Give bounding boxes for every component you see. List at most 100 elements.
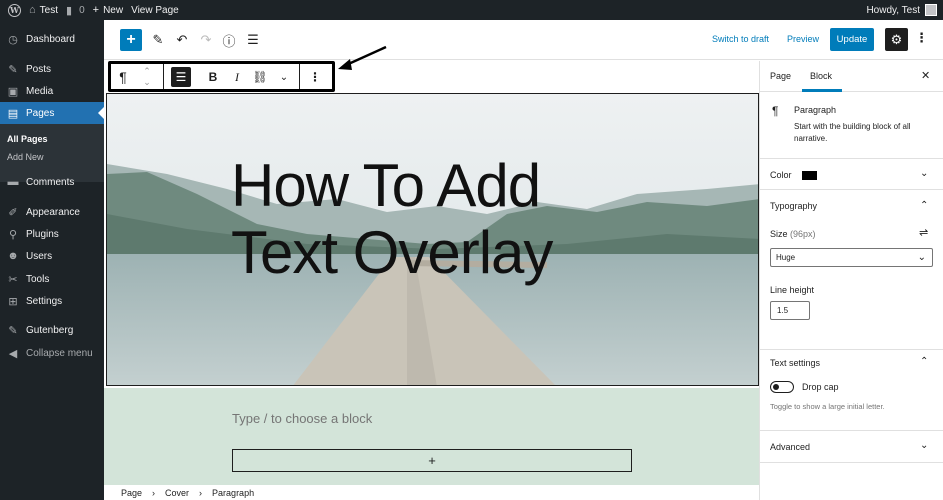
color-label: Color bbox=[770, 170, 792, 180]
settings-toggle-button[interactable]: ⚙ bbox=[885, 28, 908, 51]
more-formatting-button[interactable]: ⌄ bbox=[277, 67, 291, 87]
block-breadcrumb: Page › Cover › Paragraph bbox=[104, 485, 759, 500]
avatar bbox=[925, 4, 937, 16]
sidebar-item-plugins[interactable]: ⚲ Plugins bbox=[0, 223, 104, 245]
editor-canvas: How To Add Text Overlay ¶ ⌃ ⌄ ☰ B I ⛓ ⌄ ⋮… bbox=[104, 45, 759, 500]
gear-icon: ⚙ bbox=[890, 31, 903, 47]
link-button[interactable]: ⛓ bbox=[251, 67, 269, 87]
comment-icon: ▮ bbox=[66, 4, 73, 17]
plus-icon: + bbox=[126, 31, 136, 48]
media-icon: ▣ bbox=[7, 85, 19, 98]
preview-button[interactable]: Preview bbox=[787, 34, 819, 44]
cover-inner-blocks-area: Type / to choose a block + bbox=[104, 388, 759, 486]
font-size-select[interactable]: Huge ⌄ bbox=[770, 248, 933, 267]
admin-sidebar: ◷ Dashboard ✎ Posts ▣ Media ▤ Pages All Page… bbox=[0, 20, 104, 500]
chevron-down-icon: ⌄ bbox=[143, 77, 151, 87]
comment-icon: ▬ bbox=[7, 176, 19, 188]
wrench-icon: ✂ bbox=[8, 273, 18, 286]
color-panel[interactable]: Color ⌄ bbox=[760, 159, 943, 190]
plus-icon: + bbox=[92, 4, 100, 16]
wordpress-logo-icon[interactable]: W bbox=[8, 3, 21, 17]
cover-heading-paragraph[interactable]: How To Add Text Overlay bbox=[231, 152, 691, 286]
breadcrumb-cover[interactable]: Cover bbox=[165, 488, 189, 498]
panel-tabs: Page Block ✕ bbox=[760, 61, 943, 92]
details-button[interactable]: ⓘ bbox=[218, 29, 240, 51]
chevron-down-icon: ⌄ bbox=[917, 252, 926, 263]
italic-button[interactable]: I bbox=[230, 67, 244, 87]
block-appender-placeholder[interactable]: Type / to choose a block bbox=[232, 411, 372, 426]
settings-sidebar: Page Block ✕ ¶ Paragraph Start with the … bbox=[759, 61, 943, 500]
sidebar-item-comments[interactable]: ▬ Comments bbox=[0, 171, 104, 193]
dashboard-icon: ◷ bbox=[8, 33, 18, 46]
add-block-button[interactable]: + bbox=[120, 29, 142, 51]
block-type-button[interactable]: ¶ bbox=[115, 67, 131, 87]
site-name-link[interactable]: ⌂ Test bbox=[29, 4, 58, 16]
submenu-all-pages[interactable]: All Pages bbox=[7, 134, 48, 144]
paragraph-icon: ¶ bbox=[772, 104, 779, 118]
sidebar-item-dashboard[interactable]: ◷ Dashboard bbox=[0, 28, 104, 50]
users-icon: ☻ bbox=[7, 250, 19, 262]
breadcrumb-paragraph: Paragraph bbox=[212, 487, 255, 498]
drop-cap-help: Toggle to show a large initial letter. bbox=[770, 402, 885, 411]
drop-cap-toggle[interactable] bbox=[770, 381, 794, 393]
block-options-button[interactable]: ⋮ bbox=[309, 67, 321, 87]
block-card-title: Paragraph bbox=[794, 105, 837, 115]
editor-header: + ✎ ↶ ↷ ⓘ ☰ Switch to draft Preview Upda… bbox=[104, 20, 943, 60]
annotation-arrow-icon bbox=[338, 45, 387, 70]
close-icon[interactable]: ✕ bbox=[921, 69, 930, 82]
view-page-link[interactable]: View Page bbox=[131, 5, 179, 16]
toolbar-divider bbox=[163, 64, 164, 89]
align-button[interactable]: ☰ bbox=[171, 67, 191, 87]
comments-link[interactable]: ▮ 0 bbox=[66, 4, 85, 17]
tab-page[interactable]: Page bbox=[770, 71, 791, 81]
options-menu-button[interactable]: ⋮ bbox=[915, 30, 928, 46]
sidebar-item-media[interactable]: ▣ Media bbox=[0, 80, 104, 102]
update-button[interactable]: Update bbox=[830, 28, 874, 51]
sidebar-item-appearance[interactable]: ✐ Appearance bbox=[0, 201, 104, 223]
tools-button[interactable]: ✎ bbox=[147, 29, 169, 51]
chevron-down-icon: ⌄ bbox=[920, 440, 929, 451]
drop-cap-label: Drop cap bbox=[802, 382, 839, 392]
color-swatch bbox=[802, 171, 817, 180]
chevron-up-icon[interactable]: ⌃ bbox=[920, 200, 928, 211]
toolbar-divider bbox=[299, 64, 300, 89]
switch-to-draft-button[interactable]: Switch to draft bbox=[712, 34, 769, 44]
more-vertical-icon: ⋮ bbox=[309, 70, 321, 84]
cover-block[interactable]: How To Add Text Overlay bbox=[106, 93, 759, 386]
block-card-description: Start with the building block of all nar… bbox=[794, 122, 911, 143]
submenu-add-new[interactable]: Add New bbox=[7, 152, 44, 162]
sidebar-item-gutenberg[interactable]: ✎ Gutenberg bbox=[0, 319, 104, 341]
sidebar-item-settings[interactable]: ⊞ Settings bbox=[0, 290, 104, 312]
sidebar-item-pages[interactable]: ▤ Pages bbox=[0, 102, 104, 124]
add-block-appender-button[interactable]: + bbox=[232, 449, 632, 472]
bold-button[interactable]: B bbox=[206, 67, 220, 87]
sidebar-item-posts[interactable]: ✎ Posts bbox=[0, 58, 104, 80]
undo-button[interactable]: ↶ bbox=[171, 29, 193, 51]
text-settings-title[interactable]: Text settings bbox=[770, 358, 820, 368]
new-content-link[interactable]: + New bbox=[93, 4, 123, 16]
info-icon: ⓘ bbox=[222, 33, 236, 49]
typography-panel: Typography ⌃ Size (96px) ⇌ Huge ⌄ Line h… bbox=[760, 190, 943, 350]
typography-title[interactable]: Typography bbox=[770, 201, 817, 211]
line-height-input[interactable]: 1.5 bbox=[770, 301, 810, 320]
size-label: Size (96px) bbox=[770, 229, 816, 239]
my-account-link[interactable]: Howdy, Test bbox=[866, 0, 937, 20]
collapse-menu-button[interactable]: ◀ Collapse menu bbox=[0, 342, 104, 364]
move-block-buttons[interactable]: ⌃ ⌄ bbox=[141, 66, 153, 87]
tab-block[interactable]: Block bbox=[810, 71, 832, 81]
sidebar-item-users[interactable]: ☻ Users bbox=[0, 245, 104, 267]
list-view-button[interactable]: ☰ bbox=[242, 29, 264, 51]
breadcrumb-page[interactable]: Page bbox=[121, 488, 142, 498]
redo-button[interactable]: ↷ bbox=[195, 29, 217, 51]
advanced-title: Advanced bbox=[770, 442, 811, 452]
custom-size-toggle-icon[interactable]: ⇌ bbox=[919, 226, 928, 239]
plus-icon: + bbox=[428, 453, 436, 468]
chevron-up-icon[interactable]: ⌃ bbox=[920, 356, 928, 367]
pushpin-icon: ✎ bbox=[8, 63, 18, 76]
chevron-down-icon: ⌄ bbox=[920, 168, 929, 179]
breadcrumb-chevron-icon: › bbox=[152, 487, 156, 498]
breadcrumb-chevron-icon: › bbox=[199, 487, 203, 498]
sidebar-item-tools[interactable]: ✂ Tools bbox=[0, 268, 104, 290]
advanced-panel[interactable]: Advanced ⌄ bbox=[760, 431, 943, 463]
more-vertical-icon: ⋮ bbox=[915, 30, 928, 45]
